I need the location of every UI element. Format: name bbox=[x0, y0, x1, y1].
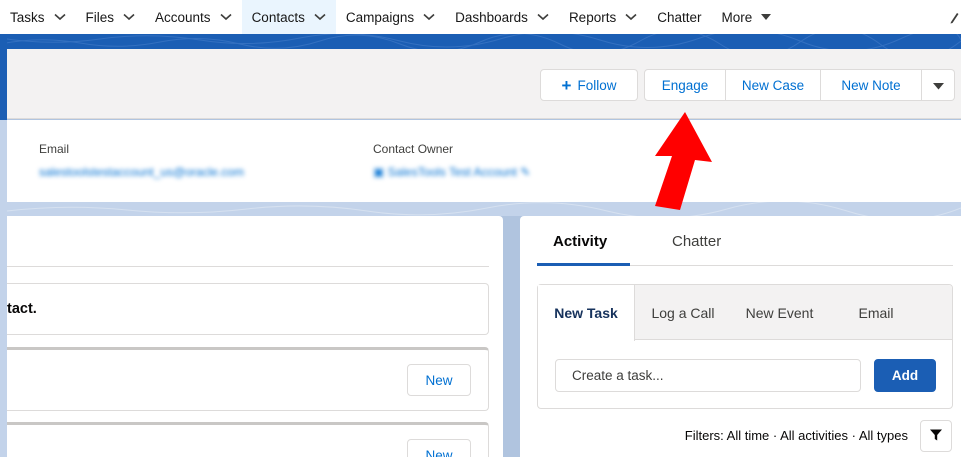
nav-item-reports[interactable]: Reports bbox=[559, 0, 647, 34]
header-banner bbox=[0, 34, 961, 49]
nav-item-accounts[interactable]: Accounts bbox=[145, 0, 242, 34]
chevron-down-icon[interactable] bbox=[53, 13, 66, 21]
caret-down-icon[interactable] bbox=[761, 13, 772, 21]
nav-item-label: Tasks bbox=[10, 9, 45, 25]
page-edge-lower bbox=[0, 120, 7, 457]
nav-item-campaigns[interactable]: Campaigns bbox=[336, 0, 445, 34]
active-tab-indicator bbox=[537, 263, 630, 266]
card-title: tact. bbox=[7, 301, 37, 317]
tab-email[interactable]: Email bbox=[830, 285, 922, 340]
activity-composer: New Task Log a Call New Event Email Add bbox=[537, 284, 953, 409]
divider bbox=[7, 266, 489, 267]
nav-item-label: Files bbox=[85, 9, 115, 25]
caret-down-icon bbox=[932, 78, 944, 93]
contact-owner-value[interactable]: ▣ SalesTools Test Account ✎ bbox=[373, 165, 530, 179]
tab-label: Chatter bbox=[672, 232, 722, 250]
create-task-input[interactable] bbox=[555, 359, 861, 392]
follow-button[interactable]: + Follow bbox=[540, 69, 638, 101]
nav-item-label: Contacts bbox=[251, 9, 305, 25]
nav-item-chatter[interactable]: Chatter bbox=[647, 0, 711, 34]
nav-item-label: Reports bbox=[568, 9, 617, 25]
more-actions-button[interactable] bbox=[922, 69, 955, 101]
email-value[interactable]: salestoolstestaccount_us@oracle.com bbox=[39, 165, 244, 179]
plus-icon: + bbox=[561, 75, 572, 95]
nav-item-label: Dashboards bbox=[455, 9, 528, 25]
chevron-down-icon[interactable] bbox=[625, 13, 637, 21]
email-label: Email bbox=[39, 142, 70, 156]
nav-item-label: Accounts bbox=[155, 9, 211, 25]
info-card: tact. bbox=[7, 283, 489, 335]
pencil-icon[interactable] bbox=[949, 10, 959, 24]
activity-tab-bar: Activity Chatter bbox=[537, 216, 953, 266]
tab-label: Activity bbox=[553, 232, 608, 250]
activity-filters-text: Filters: All time · All activities · All… bbox=[684, 428, 908, 443]
annotation-arrow-icon bbox=[655, 112, 712, 210]
add-task-button[interactable]: Add bbox=[874, 359, 936, 392]
new-case-button[interactable]: New Case bbox=[726, 69, 821, 101]
tab-log-a-call[interactable]: Log a Call bbox=[637, 285, 729, 340]
filter-button[interactable] bbox=[920, 420, 952, 452]
activity-panel: Activity Chatter New Task Log a Call New… bbox=[520, 216, 961, 457]
tab-chatter[interactable]: Chatter bbox=[672, 216, 721, 266]
new-note-button[interactable]: New Note bbox=[821, 69, 922, 101]
related-list-card: New bbox=[7, 422, 489, 457]
owner-name: SalesTools Test Account bbox=[387, 165, 517, 179]
chevron-down-icon[interactable] bbox=[423, 13, 435, 21]
action-button-group: Engage New Case New Note bbox=[644, 69, 955, 101]
record-header: + Follow Engage New Case New Note bbox=[7, 49, 961, 119]
nav-item-contacts[interactable]: Contacts bbox=[241, 0, 336, 34]
chevron-down-icon[interactable] bbox=[123, 13, 135, 21]
filter-icon bbox=[930, 429, 942, 444]
background-pattern bbox=[7, 202, 961, 216]
chevron-down-icon[interactable] bbox=[220, 13, 232, 21]
chevron-down-icon[interactable] bbox=[314, 13, 326, 21]
change-owner-icon: ✎ bbox=[520, 165, 531, 179]
nav-item-label: Chatter bbox=[657, 9, 702, 25]
nav-item-label: More bbox=[721, 9, 753, 25]
contact-owner-label: Contact Owner bbox=[373, 142, 454, 156]
global-nav-bar: Tasks Files Accounts Contacts Campaigns … bbox=[0, 0, 961, 34]
tab-activity[interactable]: Activity bbox=[553, 216, 607, 266]
new-button[interactable]: New bbox=[407, 364, 471, 396]
nav-item-files[interactable]: Files bbox=[76, 0, 146, 34]
nav-item-label: Campaigns bbox=[345, 9, 415, 25]
composer-tab-bar: New Task Log a Call New Event Email bbox=[538, 285, 952, 341]
chevron-down-icon[interactable] bbox=[537, 13, 549, 21]
new-button[interactable]: New bbox=[407, 439, 471, 457]
highlights-panel: Email salestoolstestaccount_us@oracle.co… bbox=[7, 120, 961, 202]
main-content-card: tact. New New bbox=[7, 216, 503, 457]
nav-item-tasks[interactable]: Tasks bbox=[0, 0, 76, 34]
follow-label: Follow bbox=[577, 77, 617, 93]
tab-new-task[interactable]: New Task bbox=[538, 285, 635, 341]
nav-item-more[interactable]: More bbox=[712, 0, 782, 34]
tab-new-event[interactable]: New Event bbox=[730, 285, 829, 340]
nav-item-dashboards[interactable]: Dashboards bbox=[445, 0, 559, 34]
engage-button[interactable]: Engage bbox=[644, 69, 726, 101]
user-avatar-icon: ▣ bbox=[373, 165, 388, 179]
related-list-card: New bbox=[7, 347, 489, 411]
